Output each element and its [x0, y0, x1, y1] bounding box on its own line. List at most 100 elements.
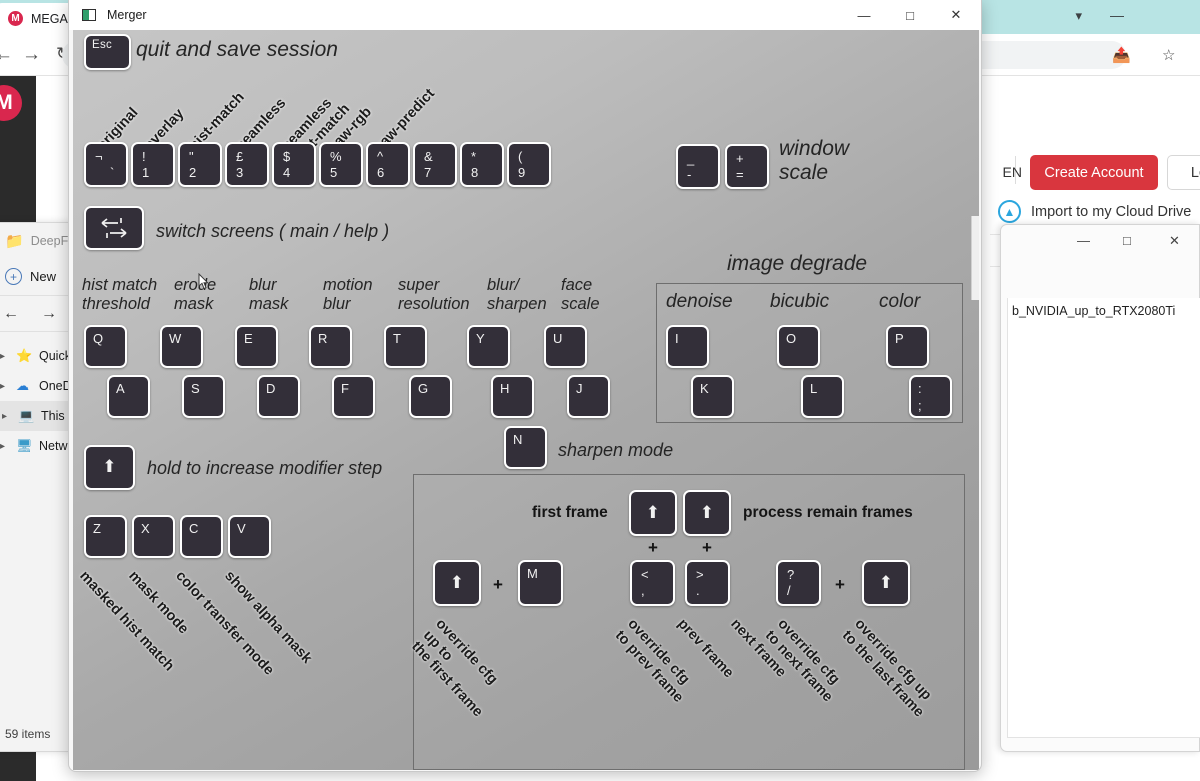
key-9[interactable]: (9	[507, 142, 551, 187]
key-g[interactable]: G	[409, 375, 452, 418]
key-tab[interactable]	[84, 206, 144, 250]
key-f-cap: F	[341, 381, 350, 396]
key-l[interactable]: L	[801, 375, 844, 418]
key-comma[interactable]: <,	[630, 560, 675, 606]
key-2-cap: " 2	[189, 149, 197, 181]
key-semicolon[interactable]: : ;	[909, 375, 952, 418]
key-2[interactable]: " 2	[178, 142, 222, 187]
key-shift-override-last[interactable]: ⬆	[862, 560, 910, 606]
chevron-down-icon[interactable]: ▾	[1075, 8, 1082, 24]
merger-window: Merger — □ ✕ Esc quit and save session o…	[68, 0, 982, 772]
key-q[interactable]: Q	[84, 325, 127, 368]
browser-forward-icon[interactable]: →	[22, 44, 41, 66]
tree-item-label: Netw	[39, 439, 68, 453]
nvidia-list-item[interactable]: b_NVIDIA_up_to_RTX2080Ti	[1012, 304, 1175, 318]
monitor-icon: 💻	[18, 408, 35, 423]
label-process-remain-frames: process remain frames	[743, 504, 913, 521]
key-backtick-cap: ¬ `	[95, 149, 115, 181]
mega-logo-icon: M	[8, 11, 23, 26]
language-selector[interactable]: EN	[1003, 164, 1022, 180]
key-v[interactable]: V	[228, 515, 271, 558]
key-3[interactable]: £3	[225, 142, 269, 187]
key-period[interactable]: >.	[685, 560, 730, 606]
key-r[interactable]: R	[309, 325, 352, 368]
tree-item-label: Quick	[39, 349, 71, 363]
merger-minimize-button[interactable]: —	[841, 0, 887, 30]
key-o[interactable]: O	[777, 325, 820, 368]
explorer-forward-icon[interactable]: →	[41, 305, 57, 323]
browser-tab-label: MEGA	[31, 11, 68, 26]
key-c-cap: C	[189, 521, 199, 536]
key-4[interactable]: $4	[272, 142, 316, 187]
key-z[interactable]: Z	[84, 515, 127, 558]
chevron-right-icon[interactable]: ▸	[0, 381, 9, 392]
share-icon[interactable]: 📤	[1112, 46, 1131, 64]
nvidia-maximize-button[interactable]: □	[1123, 233, 1131, 248]
chevron-right-icon[interactable]: ▸	[2, 411, 11, 422]
plus-icon: +	[5, 268, 22, 285]
plus-sign: +	[835, 575, 845, 594]
key-minus[interactable]: _ -	[676, 144, 720, 189]
key-h[interactable]: H	[491, 375, 534, 418]
label-quit-and-save: quit and save session	[136, 38, 338, 61]
login-button[interactable]: Log	[1167, 155, 1200, 190]
key-shift-first-frame[interactable]: ⬆	[629, 490, 677, 536]
key-equals[interactable]: + =	[725, 144, 769, 189]
key-y[interactable]: Y	[467, 325, 510, 368]
bookmark-star-icon[interactable]: ☆	[1162, 46, 1175, 64]
create-account-button[interactable]: Create Account	[1030, 155, 1158, 190]
key-m[interactable]: M	[518, 560, 563, 606]
key-p[interactable]: P	[886, 325, 929, 368]
import-to-cloud-drive-row[interactable]: ▲ Import to my Cloud Drive	[998, 200, 1191, 223]
key-a[interactable]: A	[107, 375, 150, 418]
mega-sidebar-logo-icon: M	[0, 85, 22, 121]
key-slash[interactable]: ? /	[776, 560, 821, 606]
key-s[interactable]: S	[182, 375, 225, 418]
nvidia-window-titlebar: — □ ✕	[999, 225, 1199, 257]
explorer-back-icon[interactable]: ←	[3, 305, 19, 323]
key-k-cap: K	[700, 381, 709, 396]
nvidia-minimize-button[interactable]: —	[1077, 233, 1090, 248]
key-d-cap: D	[266, 381, 276, 396]
key-x[interactable]: X	[132, 515, 175, 558]
key-shift-modifier[interactable]: ⬆	[84, 445, 135, 490]
browser-back-icon[interactable]: ←	[0, 44, 13, 66]
key-j-cap: J	[576, 381, 583, 396]
nvidia-close-button[interactable]: ✕	[1169, 233, 1180, 249]
key-f[interactable]: F	[332, 375, 375, 418]
key-c[interactable]: C	[180, 515, 223, 558]
scrollbar-thumb[interactable]	[971, 216, 979, 300]
key-j[interactable]: J	[567, 375, 610, 418]
browser-minimize-icon[interactable]: —	[1110, 7, 1124, 23]
key-n[interactable]: N	[504, 426, 547, 469]
label-super-resolution: super resolution	[398, 276, 470, 313]
key-5[interactable]: % 5	[319, 142, 363, 187]
key-u-cap: U	[553, 331, 563, 346]
key-k[interactable]: K	[691, 375, 734, 418]
merger-titlebar[interactable]: Merger — □ ✕	[69, 0, 981, 30]
merger-window-title: Merger	[107, 8, 147, 22]
key-w[interactable]: W	[160, 325, 203, 368]
key-shift-process-remain[interactable]: ⬆	[683, 490, 731, 536]
key-i[interactable]: I	[666, 325, 709, 368]
key-backtick[interactable]: ¬ `	[84, 142, 128, 187]
merger-close-button[interactable]: ✕	[933, 0, 979, 30]
key-i-cap: I	[675, 331, 679, 346]
chevron-right-icon[interactable]: ▸	[0, 441, 9, 452]
key-6[interactable]: ^ 6	[366, 142, 410, 187]
explorer-new-button[interactable]: + New	[5, 268, 56, 285]
key-t[interactable]: T	[384, 325, 427, 368]
key-1[interactable]: ! 1	[131, 142, 175, 187]
key-shift-override-first[interactable]: ⬆	[433, 560, 481, 606]
chevron-right-icon[interactable]: ▸	[0, 351, 9, 362]
key-4-cap: $4	[283, 149, 291, 181]
key-3-cap: £3	[236, 149, 244, 181]
key-7[interactable]: & 7	[413, 142, 457, 187]
key-e[interactable]: E	[235, 325, 278, 368]
merger-maximize-button[interactable]: □	[887, 0, 933, 30]
shift-arrow-up-icon: ⬆	[645, 502, 661, 522]
key-8[interactable]: * 8	[460, 142, 504, 187]
key-d[interactable]: D	[257, 375, 300, 418]
key-esc[interactable]: Esc	[84, 34, 131, 70]
key-u[interactable]: U	[544, 325, 587, 368]
